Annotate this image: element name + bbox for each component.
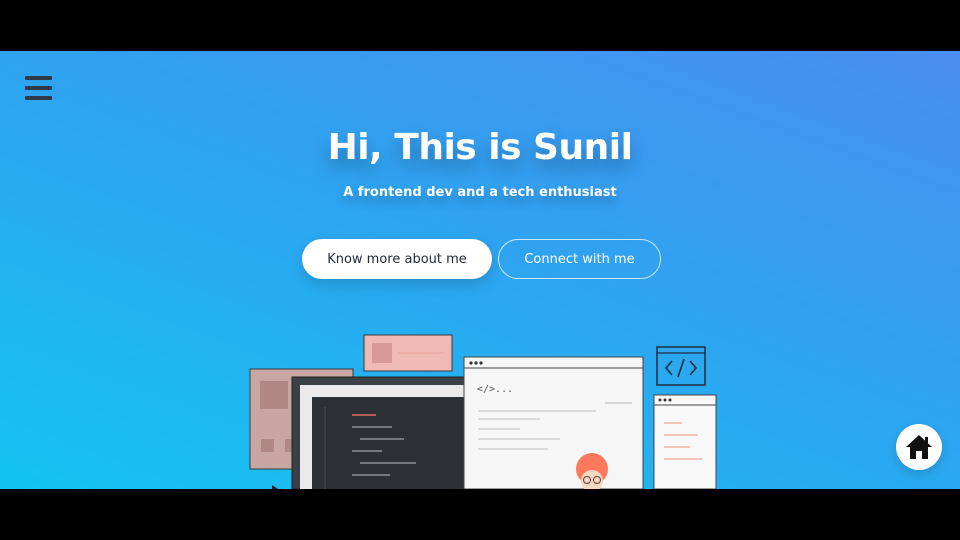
know-more-button[interactable]: Know more about me (302, 239, 492, 279)
connect-button[interactable]: Connect with me (498, 239, 661, 279)
code-editor-window (272, 376, 473, 489)
hamburger-menu-icon[interactable] (25, 75, 52, 103)
small-window-right (653, 394, 717, 489)
hero-section: Hi, This is Sunil A frontend dev and a t… (0, 51, 960, 489)
hero-title: Hi, This is Sunil (327, 127, 633, 168)
browser-window: </>... (463, 356, 644, 489)
developer-illustration: </>... (249, 334, 717, 489)
hero-subtitle: A frontend dev and a tech enthusiast (343, 185, 617, 200)
menu-bar (25, 86, 52, 90)
home-button[interactable] (896, 424, 942, 470)
code-tag-text: </>... (477, 384, 513, 395)
menu-bar (25, 96, 52, 100)
pink-card-top (363, 334, 453, 372)
code-icon-window (656, 346, 706, 386)
home-icon (906, 435, 932, 459)
menu-bar (25, 76, 52, 80)
